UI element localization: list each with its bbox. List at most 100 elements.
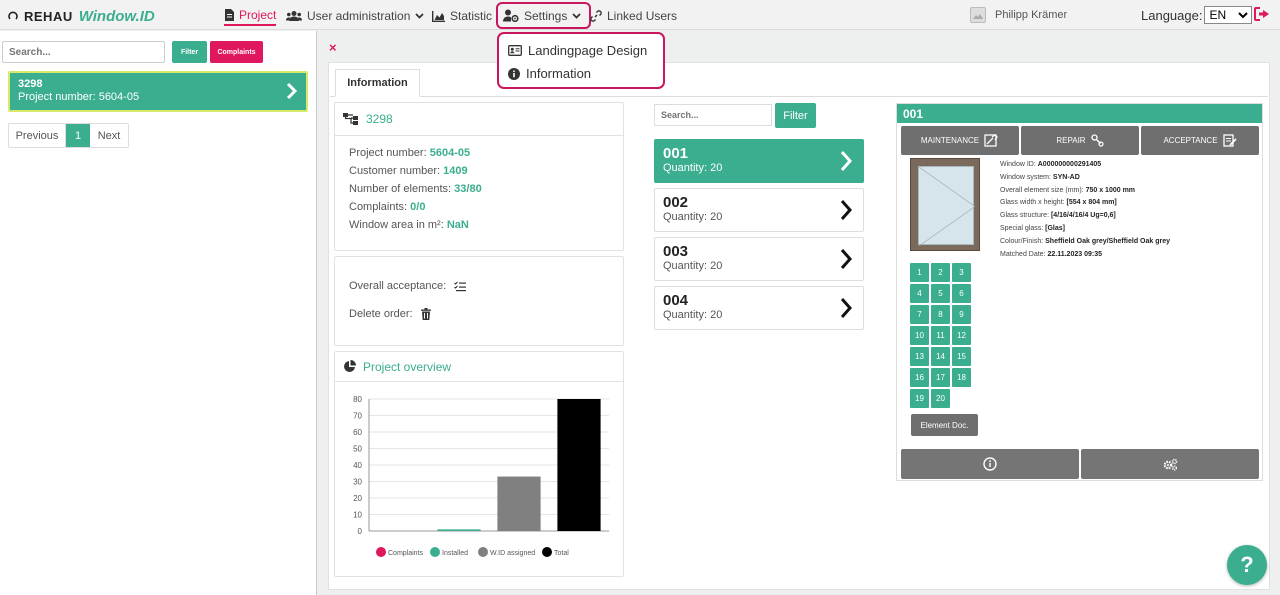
element-grid-cell[interactable]: 6	[952, 284, 971, 303]
filter-button[interactable]: Filter	[172, 41, 207, 63]
element-grid-cell[interactable]: 13	[910, 347, 929, 366]
project-info-id: 3298	[366, 112, 393, 126]
chart-bar	[437, 529, 481, 531]
element-detail-title: 001	[897, 104, 1262, 123]
menu-item-information[interactable]: Information	[499, 62, 663, 85]
element-grid-cell[interactable]: 2	[931, 263, 950, 282]
logout-button[interactable]	[1254, 7, 1270, 24]
chart-legend-marker	[478, 547, 488, 557]
chart-legend-label: Total	[554, 550, 569, 557]
prop-window-id: Window ID: A000000000291405	[1000, 161, 1102, 168]
pagination-page-1[interactable]: 1	[66, 124, 90, 147]
menu-item-landingpage-design[interactable]: Landingpage Design	[499, 39, 663, 62]
tab-divider	[330, 96, 1268, 97]
element-item-002[interactable]: 002 Quantity: 20	[654, 188, 864, 232]
checklist-icon[interactable]	[454, 281, 467, 292]
element-grid-cell[interactable]: 4	[910, 284, 929, 303]
info-project-number: Project number: 5604-05	[349, 147, 471, 159]
user-profile[interactable]: Philipp Krämer	[970, 7, 1067, 23]
acceptance-button[interactable]: ACCEPTANCE	[1141, 126, 1259, 155]
area-chart-icon	[432, 10, 445, 22]
nav-user-administration[interactable]: User administration	[286, 6, 425, 26]
project-overview-chart: 0 10 20 30 40 50 60 70 80 Complaints Installed W.ID…	[353, 395, 609, 557]
logo-company: REHAU	[24, 8, 73, 24]
element-info-button[interactable]	[901, 449, 1079, 479]
element-item-001[interactable]: 001 Quantity: 20	[654, 139, 864, 183]
element-grid-cell[interactable]: 5	[931, 284, 950, 303]
cogs-icon	[1163, 458, 1177, 471]
info-window-area: Window area in m²: NaN	[349, 219, 469, 231]
element-doc-button[interactable]: Element Doc.	[911, 414, 978, 436]
element-grid-cell[interactable]: 12	[952, 326, 971, 345]
prop-colour-finish: Colour/Finish: Sheffield Oak grey/Sheffi…	[1000, 237, 1171, 245]
element-settings-button[interactable]	[1081, 449, 1259, 479]
project-overview-header: Project overview	[335, 352, 623, 382]
settings-dropdown: Landingpage Design Information	[497, 32, 665, 89]
nav-settings[interactable]: Settings	[496, 2, 592, 29]
window-image	[910, 158, 980, 251]
element-grid-cell[interactable]: 14	[931, 347, 950, 366]
chart-y-tick-label: 80	[353, 395, 362, 404]
info-circle-icon	[508, 67, 520, 80]
logout-icon	[1254, 7, 1269, 21]
rehau-logo-icon	[8, 11, 18, 20]
nav-project[interactable]: Project	[224, 6, 277, 26]
chevron-down-icon	[415, 13, 425, 19]
pagination: Previous 1 Next	[8, 123, 129, 148]
element-item-003[interactable]: 003 Quantity: 20	[654, 237, 864, 281]
window-sash-lines	[918, 166, 976, 247]
close-button[interactable]: ×	[329, 40, 337, 55]
maintenance-button[interactable]: MAINTENANCE	[901, 126, 1019, 155]
project-card[interactable]: 3298 Project number: 5604-05	[8, 71, 308, 112]
id-card-icon	[508, 45, 522, 56]
sitemap-icon	[343, 113, 358, 125]
language-select[interactable]: EN	[1204, 6, 1253, 24]
prop-window-system: Window system: SYN-AD	[1000, 173, 1080, 181]
element-search-input[interactable]	[654, 104, 772, 126]
repair-button[interactable]: REPAIR	[1021, 126, 1139, 155]
element-grid-cell[interactable]: 10	[910, 326, 929, 345]
element-grid-cell[interactable]: 18	[952, 368, 971, 387]
top-bar: REHAU Window.ID Project User administrat…	[0, 0, 1280, 30]
info-circle-icon	[983, 457, 997, 471]
element-grid-cell[interactable]: 3	[952, 263, 971, 282]
element-grid-cell[interactable]: 19	[910, 389, 929, 408]
nav-statistic[interactable]: Statistic	[432, 6, 492, 26]
element-grid-cell[interactable]: 16	[910, 368, 929, 387]
chart-legend-marker	[542, 547, 552, 557]
window-glass	[918, 166, 976, 247]
info-complaints: Complaints: 0/0	[349, 201, 426, 213]
pagination-previous[interactable]: Previous	[9, 124, 66, 147]
element-grid-cell[interactable]: 20	[931, 389, 950, 408]
link-icon	[590, 10, 602, 22]
project-search-input[interactable]	[2, 41, 165, 63]
element-grid-cell[interactable]: 7	[910, 305, 929, 324]
element-grid-cell[interactable]: 9	[952, 305, 971, 324]
trash-icon[interactable]	[420, 308, 431, 320]
nav-linked-users[interactable]: Linked Users	[590, 6, 677, 26]
acceptance-icon	[1222, 134, 1237, 147]
element-grid-cell[interactable]: 8	[931, 305, 950, 324]
chart-y-tick-label: 40	[353, 461, 362, 470]
element-item-004[interactable]: 004 Quantity: 20	[654, 286, 864, 330]
info-customer-number: Customer number: 1409	[349, 165, 468, 177]
element-grid-cell[interactable]: 1	[910, 263, 929, 282]
logo[interactable]: REHAU Window.ID	[8, 6, 155, 26]
help-button[interactable]: ?	[1227, 545, 1267, 585]
overall-acceptance-row: Overall acceptance:	[349, 280, 467, 292]
chevron-down-icon	[572, 12, 581, 19]
project-card-id: 3298	[18, 78, 43, 90]
chart-y-tick-label: 20	[353, 494, 362, 503]
chart-y-tick-label: 70	[353, 412, 362, 421]
element-filter-button[interactable]: Filter	[775, 103, 816, 128]
pagination-next[interactable]: Next	[90, 124, 128, 147]
element-grid-cell[interactable]: 15	[952, 347, 971, 366]
user-gear-icon	[503, 9, 519, 22]
complaints-button[interactable]: Complaints	[210, 41, 263, 63]
avatar	[970, 7, 986, 23]
element-grid-cell[interactable]: 11	[931, 326, 950, 345]
prop-glass-size: Glass width x height: [554 x 804 mm]	[1000, 199, 1117, 207]
element-grid-cell[interactable]: 17	[931, 368, 950, 387]
tab-information[interactable]: Information	[335, 69, 420, 97]
element-properties: Window ID: A000000000291405 Window syste…	[1000, 159, 1170, 261]
